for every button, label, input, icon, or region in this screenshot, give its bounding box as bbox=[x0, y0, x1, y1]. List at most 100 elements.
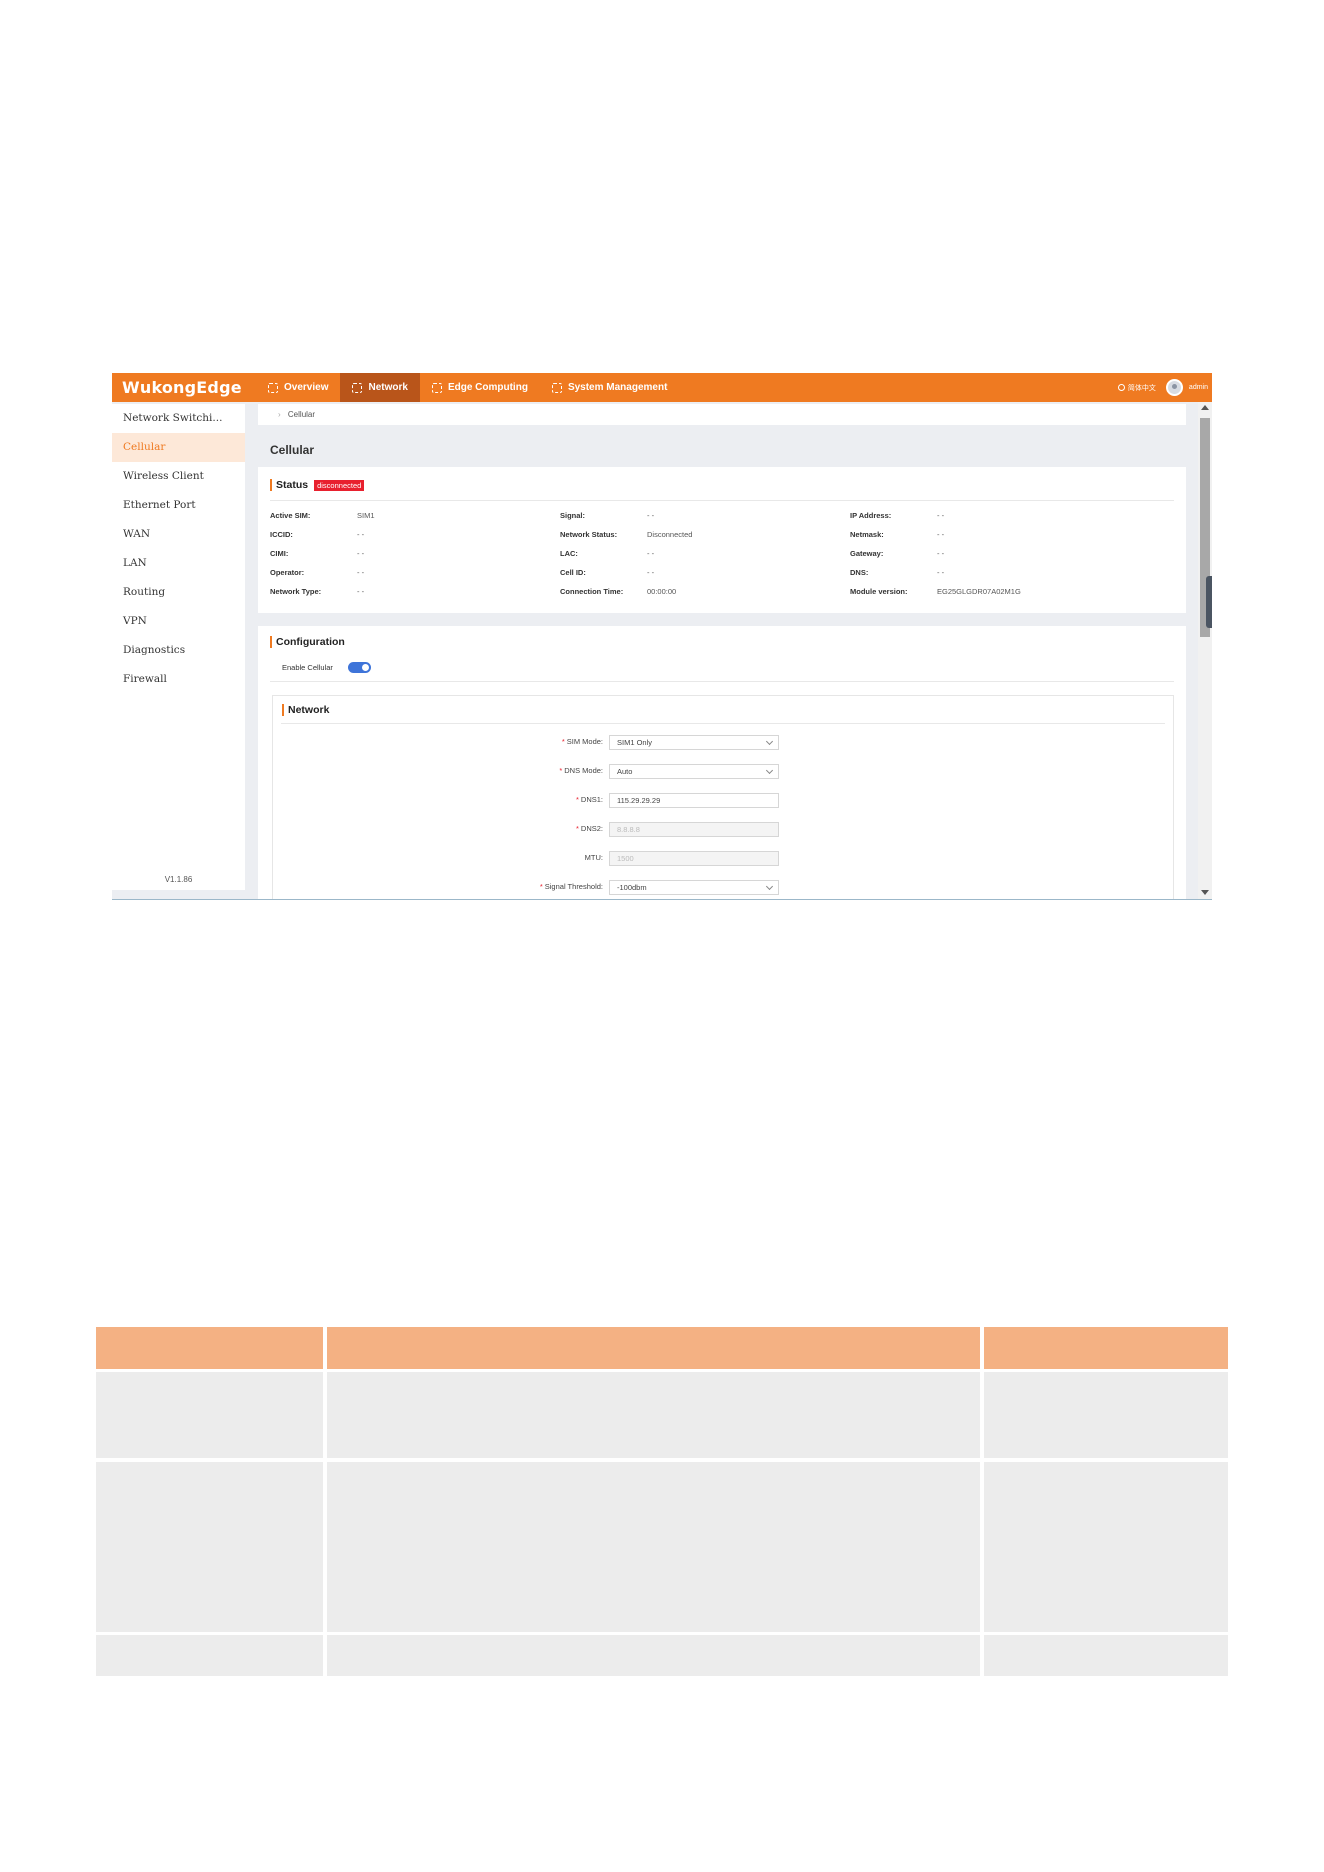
stat-label: Active SIM: bbox=[270, 511, 311, 520]
stat-label: Network Type: bbox=[270, 587, 322, 596]
sidebar-item-ethernet-port[interactable]: Ethernet Port bbox=[112, 491, 245, 520]
stat-label: Module version: bbox=[850, 587, 908, 596]
table-cell bbox=[327, 1372, 980, 1458]
stat-label: Connection Time: bbox=[560, 587, 624, 596]
screenshot: WukongEdge Overview Network Edge Computi… bbox=[112, 373, 1212, 900]
edge-computing-icon bbox=[431, 382, 442, 393]
breadcrumb-separator-icon: › bbox=[278, 410, 281, 419]
chevron-down-icon bbox=[765, 882, 774, 891]
sim-mode-label: * SIM Mode: bbox=[561, 737, 603, 746]
signal-threshold-select[interactable]: -100dbm bbox=[609, 880, 779, 895]
sidebar-item-firewall[interactable]: Firewall bbox=[112, 665, 245, 694]
table-row bbox=[96, 1635, 1228, 1676]
dns-mode-label: * DNS Mode: bbox=[559, 766, 603, 775]
stat-label: Netmask: bbox=[850, 530, 884, 539]
table-row bbox=[96, 1372, 1228, 1458]
table-header-cell bbox=[984, 1327, 1228, 1369]
status-panel: Status disconnected Active SIM: SIM1 ICC… bbox=[258, 467, 1186, 613]
table-cell bbox=[984, 1372, 1228, 1458]
network-section: Network * SIM Mode: SIM1 Only * DNS Mode: … bbox=[272, 695, 1174, 899]
stat-label: DNS: bbox=[850, 568, 869, 577]
avatar[interactable] bbox=[1165, 379, 1183, 396]
nav-tab-label: Overview bbox=[284, 382, 329, 393]
page-title: Cellular bbox=[270, 443, 315, 457]
language-switch[interactable]: 简体中文 bbox=[1117, 383, 1156, 393]
scroll-up-arrow-icon[interactable] bbox=[1201, 405, 1209, 410]
section-marker bbox=[282, 704, 284, 716]
version-label: V1.1.86 bbox=[164, 875, 193, 884]
section-marker bbox=[270, 636, 272, 648]
table-cell bbox=[984, 1462, 1228, 1632]
network-icon bbox=[352, 382, 363, 393]
nav-tab-label: System Management bbox=[567, 382, 668, 393]
status-title: Status bbox=[276, 479, 309, 491]
nav-tab-overview[interactable]: Overview bbox=[256, 373, 340, 402]
overview-icon bbox=[268, 382, 278, 393]
sidebar-item-diagnostics[interactable]: Diagnostics bbox=[112, 636, 245, 665]
breadcrumb: › Cellular bbox=[258, 404, 1186, 425]
stat-value: - - bbox=[357, 568, 365, 577]
stat-value: EG25GLGDR07A02M1G bbox=[937, 587, 1021, 596]
stat-label: ICCID: bbox=[270, 530, 293, 539]
scroll-down-arrow-icon[interactable] bbox=[1201, 890, 1209, 895]
stat-value: - - bbox=[937, 511, 945, 520]
stat-value: - - bbox=[357, 530, 365, 539]
stat-label: Network Status: bbox=[560, 530, 618, 539]
stat-label: Signal: bbox=[560, 511, 586, 520]
topbar-right: 简体中文 admin bbox=[1117, 379, 1212, 396]
configuration-title: Configuration bbox=[276, 636, 345, 648]
sidebar-item-network-switching[interactable]: Network Switchi... bbox=[112, 404, 245, 433]
table-cell bbox=[327, 1635, 980, 1676]
network-heading: Network bbox=[282, 704, 329, 716]
stat-value: - - bbox=[937, 549, 945, 558]
stat-label: IP Address: bbox=[850, 511, 892, 520]
sim-mode-select[interactable]: SIM1 Only bbox=[609, 735, 779, 750]
stat-value: SIM1 bbox=[357, 511, 375, 520]
stat-value: - - bbox=[937, 530, 945, 539]
system-management-icon bbox=[551, 382, 562, 393]
table-header-row bbox=[96, 1327, 1228, 1369]
nav-tab-edge-computing[interactable]: Edge Computing bbox=[420, 373, 540, 402]
chevron-down-icon bbox=[765, 737, 774, 746]
sidebar-item-routing[interactable]: Routing bbox=[112, 578, 245, 607]
nav-tab-label: Network bbox=[368, 382, 408, 393]
sidebar-item-cellular[interactable]: Cellular bbox=[112, 433, 245, 462]
configuration-panel: Configuration Enable Cellular Network * S… bbox=[258, 626, 1186, 899]
table-cell bbox=[96, 1462, 323, 1632]
stat-value: - - bbox=[937, 568, 945, 577]
stat-value: - - bbox=[357, 587, 365, 596]
scrollbar[interactable] bbox=[1198, 402, 1212, 899]
stat-value: - - bbox=[647, 568, 655, 577]
sidebar-item-lan[interactable]: LAN bbox=[112, 549, 245, 578]
stat-value: 00:00:00 bbox=[647, 587, 677, 596]
sidebar: Network Switchi... Cellular Wireless Cli… bbox=[112, 404, 245, 890]
sidebar-item-vpn[interactable]: VPN bbox=[112, 607, 245, 636]
stat-value: Disconnected bbox=[647, 530, 693, 539]
top-navigation-bar: WukongEdge Overview Network Edge Computi… bbox=[112, 373, 1212, 402]
dns-mode-select[interactable]: Auto bbox=[609, 764, 779, 779]
side-panel-handle[interactable] bbox=[1206, 576, 1212, 628]
username[interactable]: admin bbox=[1189, 384, 1208, 391]
table-header-cell bbox=[327, 1327, 980, 1369]
enable-cellular-toggle[interactable] bbox=[348, 662, 371, 673]
dns2-label: * DNS2: bbox=[575, 824, 603, 833]
stat-label: Operator: bbox=[270, 568, 305, 577]
breadcrumb-item[interactable]: Cellular bbox=[288, 410, 315, 419]
stat-value: - - bbox=[357, 549, 365, 558]
table-cell bbox=[96, 1372, 323, 1458]
signal-threshold-label: * Signal Threshold: bbox=[539, 882, 603, 891]
section-marker bbox=[270, 479, 272, 491]
sidebar-item-wireless-client[interactable]: Wireless Client bbox=[112, 462, 245, 491]
mtu-label: MTU: bbox=[584, 853, 603, 862]
table-header-cell bbox=[96, 1327, 323, 1369]
table-cell bbox=[984, 1635, 1228, 1676]
divider bbox=[270, 500, 1174, 501]
status-badge: disconnected bbox=[314, 479, 365, 491]
nav-tab-system-management[interactable]: System Management bbox=[540, 373, 679, 402]
sidebar-item-wan[interactable]: WAN bbox=[112, 520, 245, 549]
enable-cellular-label: Enable Cellular bbox=[282, 663, 333, 672]
dns1-input[interactable]: 115.29.29.29 bbox=[609, 793, 779, 808]
dns2-input: 8.8.8.8 bbox=[609, 822, 779, 837]
nav-tab-network[interactable]: Network bbox=[340, 373, 420, 402]
dns1-label: * DNS1: bbox=[575, 795, 603, 804]
